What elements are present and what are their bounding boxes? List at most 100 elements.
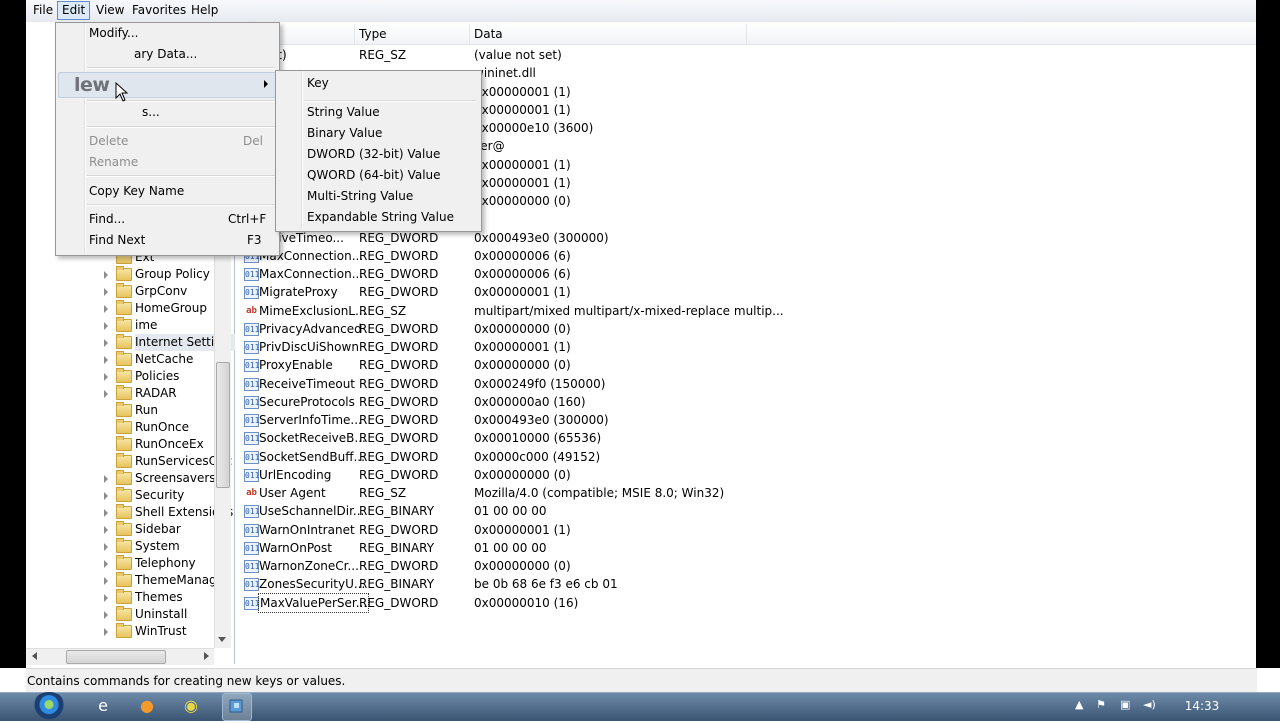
tree-scroll-thumb[interactable]: [216, 362, 230, 488]
expand-arrow-icon[interactable]: [104, 560, 108, 568]
edit-menu-find[interactable]: Find...: [89, 209, 125, 229]
value-row[interactable]: 011 MaxConnection... REG_DWORD 0x00000006 (…: [236, 265, 1256, 283]
expand-arrow-icon[interactable]: [104, 305, 108, 313]
action-center-flag-icon[interactable]: ⚑: [1096, 697, 1106, 713]
edit-menu-modify-binary[interactable]: ary Data...: [134, 44, 197, 64]
value-row[interactable]: 011 UrlEncoding REG_DWORD 0x00000000 (0): [236, 466, 1256, 484]
internet-explorer-icon[interactable]: e: [90, 694, 116, 718]
expand-arrow-icon[interactable]: [104, 339, 108, 347]
new-key[interactable]: Key: [307, 73, 329, 93]
tree-item[interactable]: RunOnce: [26, 419, 234, 436]
expand-arrow-icon[interactable]: [104, 577, 108, 585]
tray-show-hidden-icon[interactable]: ▲: [1075, 697, 1083, 713]
value-row[interactable]: 011 WarnOnPost REG_BINARY 01 00 00 00: [236, 539, 1256, 557]
taskbar-clock[interactable]: 14:33: [1180, 692, 1224, 720]
menu-file[interactable]: File: [29, 2, 57, 19]
edit-menu-copy-key-name[interactable]: Copy Key Name: [89, 181, 184, 201]
expand-arrow-icon[interactable]: [104, 356, 108, 364]
expand-arrow-icon[interactable]: [104, 373, 108, 381]
tree-item[interactable]: GrpConv: [26, 283, 234, 300]
value-row[interactable]: ab MimeExclusionL... REG_SZ multipart/mixed…: [236, 302, 1256, 320]
value-row[interactable]: 011 SocketSendBuff... REG_DWORD 0x0000c000 …: [236, 448, 1256, 466]
tree-hscroll-thumb[interactable]: [66, 650, 166, 664]
column-separator[interactable]: [354, 24, 355, 44]
value-row[interactable]: 011 SecureProtocols REG_DWORD 0x000000a0 (1…: [236, 393, 1256, 411]
expand-arrow-icon[interactable]: [104, 594, 108, 602]
value-row[interactable]: ab User Agent REG_SZ Mozilla/4.0 (compatibl…: [236, 484, 1256, 502]
value-row[interactable]: 011 PrivDiscUiShown REG_DWORD 0x00000001 (1…: [236, 338, 1256, 356]
value-row[interactable]: 011 WarnOnIntranet REG_DWORD 0x00000001 (1): [236, 521, 1256, 539]
value-row[interactable]: abault)REG_SZ(value not set): [236, 46, 1256, 64]
tree-item[interactable]: Run: [26, 402, 234, 419]
chrome-icon[interactable]: ◉: [178, 694, 204, 718]
column-separator[interactable]: [746, 24, 747, 44]
expand-arrow-icon[interactable]: [104, 526, 108, 534]
tree-item[interactable]: WinTrust: [26, 623, 234, 640]
tree-item[interactable]: Group Policy: [26, 266, 234, 283]
value-row[interactable]: 011 MigrateProxy REG_DWORD 0x00000001 (1): [236, 283, 1256, 301]
expand-arrow-icon[interactable]: [104, 271, 108, 279]
menu-edit[interactable]: Edit: [57, 1, 91, 20]
value-row[interactable]: 011 ZonesSecurityU... REG_BINARY be 0b 68 6…: [236, 575, 1256, 593]
value-row[interactable]: 011 SocketReceiveB... REG_DWORD 0x00010000 …: [236, 429, 1256, 447]
tree-item[interactable]: Uninstall: [26, 606, 234, 623]
column-header-data[interactable]: Data: [474, 27, 503, 41]
tree-item[interactable]: Shell Extensions: [26, 504, 234, 521]
edit-menu-modify[interactable]: Modify...: [89, 23, 139, 43]
tree-item-selected[interactable]: Internet Setting: [26, 334, 236, 351]
new-binary-value[interactable]: Binary Value: [307, 123, 382, 143]
expand-arrow-icon[interactable]: [104, 628, 108, 636]
tree-item[interactable]: RADAR: [26, 385, 234, 402]
new-qword-value[interactable]: QWORD (64-bit) Value: [307, 165, 441, 185]
expand-arrow-icon[interactable]: [104, 475, 108, 483]
menu-view[interactable]: View: [92, 2, 128, 19]
tree-item[interactable]: RunOnceEx: [26, 436, 234, 453]
volume-icon[interactable]: ◄): [1143, 697, 1156, 713]
value-row[interactable]: 011 UseSchannelDir... REG_BINARY 01 00 00 0…: [236, 502, 1256, 520]
taskbar-regedit-button[interactable]: [222, 693, 252, 721]
menu-help[interactable]: Help: [187, 2, 222, 19]
tree-item[interactable]: HomeGroup: [26, 300, 234, 317]
scroll-left-arrow-icon[interactable]: [32, 652, 37, 660]
tree-item[interactable]: Telephony: [26, 555, 234, 572]
value-row[interactable]: 011 ProxyEnable REG_DWORD 0x00000000 (0): [236, 356, 1256, 374]
tree-item[interactable]: Policies: [26, 368, 234, 385]
value-row[interactable]: 011 PrivacyAdvanced REG_DWORD 0x00000000 (0…: [236, 320, 1256, 338]
edit-menu-rename[interactable]: Rename: [89, 152, 138, 172]
tree-item[interactable]: ime: [26, 317, 234, 334]
tree-item[interactable]: System: [26, 538, 234, 555]
new-dword-value[interactable]: DWORD (32-bit) Value: [307, 144, 440, 164]
expand-arrow-icon[interactable]: [104, 288, 108, 296]
start-button-icon[interactable]: [32, 692, 66, 720]
tree-item[interactable]: RunServicesOnc: [26, 453, 234, 470]
tree-item[interactable]: Themes: [26, 589, 234, 606]
edit-menu-find-next[interactable]: Find Next: [89, 230, 145, 250]
firefox-icon[interactable]: ●: [134, 694, 160, 718]
tree-item[interactable]: Security: [26, 487, 234, 504]
edit-menu-delete[interactable]: Delete: [89, 131, 128, 151]
expand-arrow-icon[interactable]: [104, 390, 108, 398]
value-row[interactable]: 011 WarnonZoneCr... REG_DWORD 0x00000000 (0…: [236, 557, 1256, 575]
value-row[interactable]: 011 MaxValuePerSer... REG_DWORD 0x00000010 …: [236, 593, 1256, 613]
value-row[interactable]: 011 MaxConnection... REG_DWORD 0x00000006 (…: [236, 247, 1256, 265]
expand-arrow-icon[interactable]: [104, 509, 108, 517]
expand-arrow-icon[interactable]: [104, 492, 108, 500]
expand-arrow-icon[interactable]: [104, 543, 108, 551]
value-row[interactable]: 011 ServerInfoTime... REG_DWORD 0x000493e0 …: [236, 411, 1256, 429]
edit-menu-permissions[interactable]: s...: [142, 102, 160, 122]
expand-arrow-icon[interactable]: [104, 611, 108, 619]
tree-item[interactable]: ThemeManager: [26, 572, 234, 589]
new-string-value[interactable]: String Value: [307, 102, 380, 122]
expand-arrow-icon[interactable]: [104, 322, 108, 330]
scroll-down-arrow-icon[interactable]: [218, 637, 226, 642]
new-multi-string-value[interactable]: Multi-String Value: [307, 186, 413, 206]
value-row[interactable]: 011 ReceiveTimeout REG_DWORD 0x000249f0 (15…: [236, 375, 1256, 393]
new-expandable-string-value[interactable]: Expandable String Value: [307, 207, 454, 227]
tree-item[interactable]: NetCache: [26, 351, 234, 368]
tree-item[interactable]: Screensavers: [26, 470, 234, 487]
tree-item[interactable]: Sidebar: [26, 521, 234, 538]
network-icon[interactable]: ▣: [1120, 697, 1130, 713]
scroll-right-arrow-icon[interactable]: [204, 652, 209, 660]
column-header-type[interactable]: Type: [359, 27, 387, 41]
column-separator[interactable]: [469, 24, 470, 44]
